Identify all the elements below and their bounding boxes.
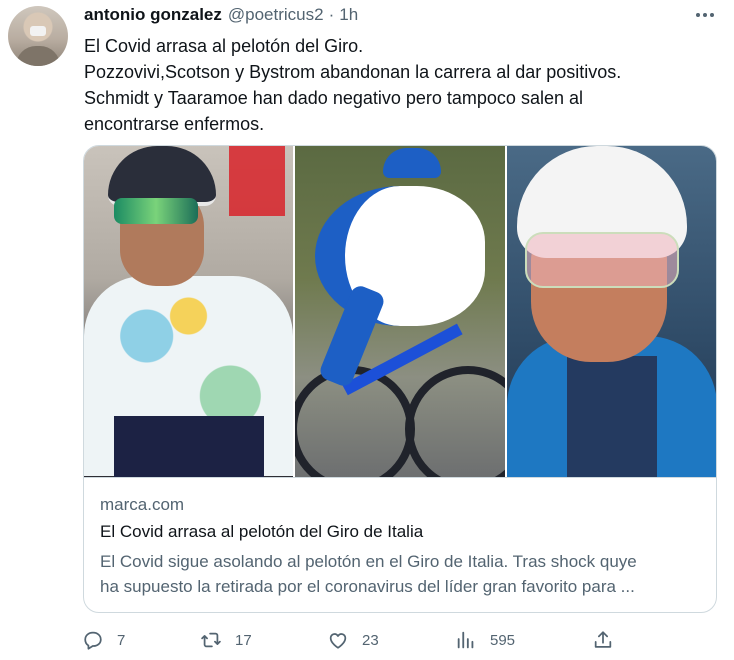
card-description-line: El Covid sigue asolando al pelotón en el…	[100, 552, 637, 571]
card-image-collage[interactable]	[84, 146, 716, 477]
card-title: El Covid arrasa al pelotón del Giro de I…	[100, 522, 424, 541]
retweet-count: 17	[235, 631, 252, 649]
tweet-header: antonio gonzalez @poetricus2 · 1h	[84, 5, 358, 25]
share-button[interactable]	[592, 626, 614, 654]
views-button[interactable]: 595	[455, 626, 515, 654]
card-domain: marca.com	[100, 495, 185, 514]
tweet-text: El Covid arrasa al pelotón del Giro. Poz…	[84, 33, 714, 137]
card-image-rider-3	[506, 146, 716, 477]
link-card[interactable]: marca.com El Covid arrasa al pelotón del…	[83, 145, 717, 613]
card-meta[interactable]: marca.com El Covid arrasa al pelotón del…	[84, 477, 716, 612]
reply-count: 7	[117, 631, 126, 649]
avatar[interactable]	[8, 6, 68, 66]
tweet-text-line: Pozzovivi,Scotson y Bystrom abandonan la…	[84, 62, 622, 82]
retweet-button[interactable]: 17	[200, 626, 252, 654]
card-image-rider-2	[295, 146, 505, 477]
tweet-text-line: El Covid arrasa al pelotón del Giro.	[84, 36, 364, 56]
tweet-text-line: encontrarse enfermos.	[84, 114, 265, 134]
card-description: El Covid sigue asolando al pelotón en el…	[100, 549, 704, 599]
reply-button[interactable]: 7	[82, 626, 125, 654]
avatar-shirt	[16, 46, 60, 66]
tweet-text-line: Schmidt y Taaramoe han dado negativo per…	[84, 88, 583, 108]
avatar-mask	[30, 26, 46, 36]
views-chart-icon	[457, 631, 474, 649]
reply-icon	[84, 631, 102, 650]
author-name[interactable]: antonio gonzalez	[84, 5, 222, 25]
like-count: 23	[362, 631, 379, 649]
more-dots-icon[interactable]	[690, 4, 720, 26]
views-count: 595	[490, 631, 516, 649]
retweet-icon	[201, 632, 221, 648]
share-icon	[594, 631, 612, 648]
author-handle[interactable]: @poetricus2	[228, 5, 324, 25]
heart-icon	[329, 633, 347, 649]
header-separator: ·	[328, 5, 335, 24]
tweet-actions: 7 17 23 595	[82, 626, 642, 654]
like-button[interactable]: 23	[327, 626, 379, 654]
card-description-line: ha supuesto la retirada por el coronavir…	[100, 577, 635, 596]
card-image-rider-1	[84, 146, 294, 477]
tweet-time[interactable]: 1h	[339, 5, 358, 25]
